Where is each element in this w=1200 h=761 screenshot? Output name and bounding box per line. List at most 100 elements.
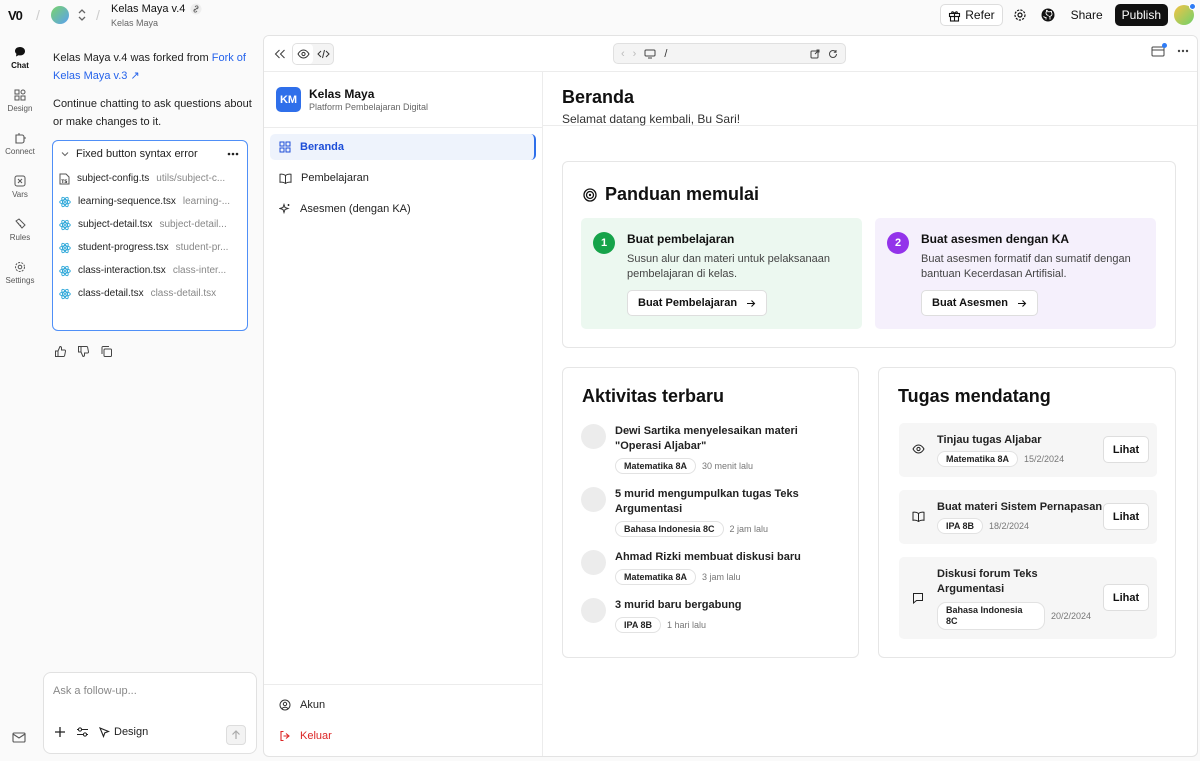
task-title: Buat materi Sistem Pernapasan — [937, 501, 1103, 513]
collapse-sidebar-icon[interactable] — [274, 49, 286, 59]
refer-button[interactable]: Refer — [940, 4, 1003, 26]
project-title[interactable]: Kelas Maya v.4 — [111, 3, 185, 15]
mail-icon[interactable] — [12, 732, 26, 743]
activity-avatar — [581, 424, 606, 449]
nav-item-asesmen[interactable]: Asesmen (dengan KA) — [270, 196, 536, 222]
chat-icon — [14, 46, 26, 58]
svg-text:TS: TS — [61, 179, 67, 185]
file-name: class-detail.tsx — [78, 288, 144, 299]
panel-toggle-icon[interactable] — [1151, 43, 1167, 57]
activity-meta: Matematika 8A 30 menit lalu — [615, 458, 753, 474]
nav-item-keluar[interactable]: Keluar — [270, 723, 536, 749]
rail-label-rules: Rules — [9, 233, 31, 242]
file-row[interactable]: student-progress.tsx student-pr... — [53, 236, 247, 259]
nav-item-pembelajaran[interactable]: Pembelajaran — [270, 165, 536, 191]
create-learning-button[interactable]: Buat Pembelajaran — [627, 290, 768, 316]
project-switcher-icon[interactable] — [77, 8, 87, 22]
refer-label: Refer — [965, 8, 995, 22]
rail-item-vars[interactable]: Vars — [0, 175, 40, 199]
file-row[interactable]: class-detail.tsx class-detail.tsx — [53, 282, 247, 305]
forward-icon[interactable]: › — [633, 48, 637, 60]
rail-label-chat: Chat — [11, 61, 29, 70]
url-path[interactable]: / — [664, 48, 802, 60]
file-row[interactable]: class-interaction.tsx class-inter... — [53, 259, 247, 282]
file-path: class-inter... — [172, 265, 227, 276]
external-link-icon[interactable]: ↗ — [127, 70, 139, 82]
rail-label-settings: Settings — [5, 276, 35, 285]
project-avatar[interactable] — [51, 6, 69, 24]
files-panel-header[interactable]: Fixed button syntax error — [53, 141, 247, 167]
rail-item-settings[interactable]: Settings — [0, 261, 40, 285]
gift-icon — [948, 9, 961, 22]
more-menu-icon[interactable] — [1177, 49, 1189, 53]
gear-icon — [14, 261, 26, 273]
rail-item-design[interactable]: Design — [0, 89, 40, 113]
file-path: class-detail.tsx — [150, 288, 217, 299]
chevron-down-icon[interactable] — [61, 150, 69, 158]
chat-composer[interactable]: Ask a follow-up... Design — [43, 672, 257, 754]
settings-gear-icon[interactable] — [1009, 4, 1031, 26]
rail-item-chat[interactable]: Chat — [0, 46, 40, 70]
share-button[interactable]: Share — [1065, 4, 1109, 26]
rail-item-connect[interactable]: Connect — [0, 132, 40, 156]
button-label: Buat Asesmen — [932, 297, 1009, 309]
nav-label: Akun — [300, 699, 326, 711]
step-description: Susun alur dan materi untuk pelaksanaan … — [627, 253, 831, 280]
recent-activity-card: Aktivitas terbaru Dewi Sartika menyelesa… — [562, 367, 859, 658]
refresh-icon[interactable] — [828, 49, 838, 59]
nav-label: Keluar — [300, 730, 332, 742]
app-main: Beranda Selamat datang kembali, Bu Sari!… — [543, 72, 1197, 756]
thumbs-up-icon[interactable] — [54, 345, 67, 358]
thumbs-down-icon[interactable] — [77, 345, 90, 358]
send-button[interactable] — [226, 725, 246, 745]
nav-item-beranda[interactable]: Beranda — [270, 134, 536, 160]
eye-icon[interactable] — [293, 44, 313, 64]
publish-button[interactable]: Publish — [1114, 4, 1168, 26]
url-bar: ‹ › / — [613, 43, 846, 64]
breadcrumb-separator: / — [36, 7, 40, 23]
back-icon[interactable]: ‹ — [621, 48, 625, 60]
view-task-button[interactable]: Lihat — [1103, 436, 1149, 463]
composer-toolbar: Design — [54, 726, 148, 738]
user-avatar[interactable] — [1174, 3, 1196, 25]
file-row[interactable]: subject-detail.tsx subject-detail... — [53, 213, 247, 236]
task-item: Buat materi Sistem Pernapasan IPA 8B 18/… — [899, 490, 1157, 544]
arrow-right-icon — [746, 299, 756, 308]
notification-dot — [1189, 3, 1196, 10]
link-icon[interactable] — [190, 3, 202, 15]
more-options-icon[interactable] — [227, 152, 239, 156]
copy-icon[interactable] — [100, 345, 113, 358]
activity-time: 2 jam lalu — [729, 524, 769, 534]
design-mode-label: Design — [114, 726, 149, 738]
file-row[interactable]: learning-sequence.tsx learning-... — [53, 190, 247, 213]
file-row[interactable]: TS subject-config.ts utils/subject-c... — [53, 167, 247, 190]
typescript-file-icon: TS — [59, 173, 70, 185]
view-task-button[interactable]: Lihat — [1103, 503, 1149, 530]
arrow-up-icon — [231, 730, 241, 740]
design-icon — [14, 89, 26, 101]
vars-icon — [14, 175, 26, 187]
plus-icon[interactable] — [54, 726, 66, 738]
rail-item-rules[interactable]: Rules — [0, 218, 40, 242]
view-task-button[interactable]: Lihat — [1103, 584, 1149, 611]
getting-started-card: Panduan memulai 1 Buat pembelajaran Susu… — [562, 161, 1176, 348]
activity-time: 1 hari lalu — [667, 620, 707, 630]
code-icon[interactable] — [313, 44, 333, 64]
github-icon[interactable] — [1037, 4, 1059, 26]
nav-item-akun[interactable]: Akun — [270, 692, 536, 718]
view-mode-toggle — [292, 43, 334, 65]
app-brand[interactable]: KM Kelas Maya Platform Pembelajaran Digi… — [276, 87, 428, 112]
open-external-icon[interactable] — [810, 49, 820, 59]
sliders-icon[interactable] — [76, 726, 89, 738]
design-mode-button[interactable]: Design — [99, 726, 148, 738]
task-item: Tinjau tugas Aljabar Matematika 8A 15/2/… — [899, 423, 1157, 477]
composer-placeholder[interactable]: Ask a follow-up... — [53, 685, 137, 697]
guide-title: Panduan memulai — [605, 184, 760, 204]
preview-toolbar: ‹ › / — [264, 36, 1197, 72]
device-icon[interactable] — [644, 49, 656, 59]
v0-logo[interactable]: V0 — [8, 8, 23, 23]
task-date: 18/2/2024 — [989, 521, 1030, 531]
step-title: Buat asesmen dengan KA — [921, 232, 1070, 246]
create-assessment-button[interactable]: Buat Asesmen — [921, 290, 1039, 316]
activity-item: 3 murid baru bergabung IPA 8B 1 hari lal… — [581, 598, 821, 634]
